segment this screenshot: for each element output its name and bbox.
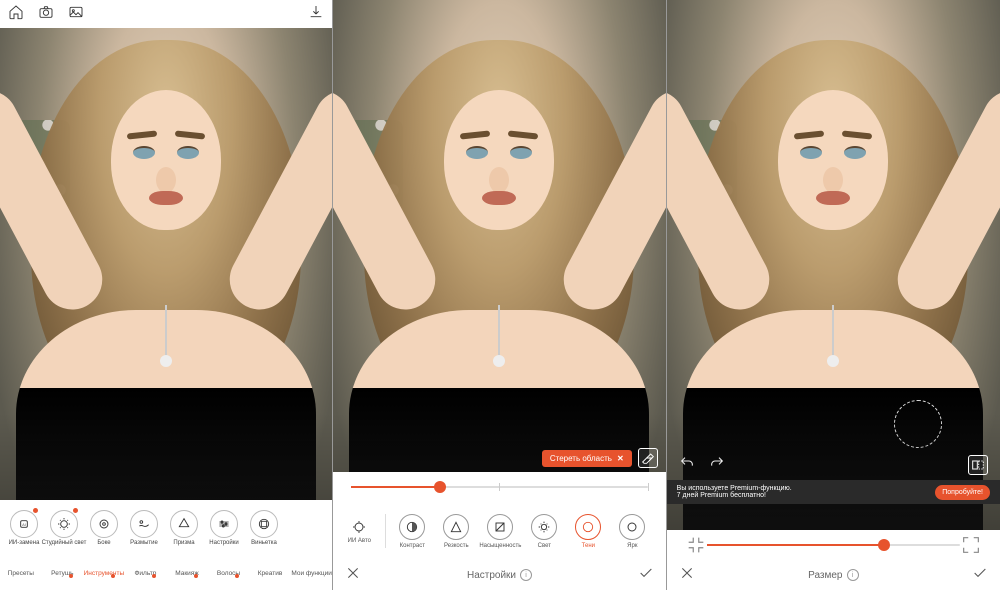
tool-Призма[interactable]: Призма xyxy=(164,510,204,546)
tool-Настройки[interactable]: Настройки xyxy=(204,510,244,546)
undo-icon[interactable] xyxy=(679,455,695,476)
panel-title: Настройки xyxy=(467,570,516,581)
erase-chip-row: Стереть область✕ xyxy=(542,448,658,468)
face xyxy=(111,90,221,230)
svg-text:AI: AI xyxy=(22,522,26,527)
tab-Инструменты[interactable]: Инструменты xyxy=(83,570,125,577)
premium-line2: 7 дней Premium бесплатно! xyxy=(677,492,792,499)
premium-line1: Вы используете Premium-функцию. xyxy=(677,485,792,492)
adjust-ИИ Авто[interactable]: ИИ Авто xyxy=(337,519,381,544)
tab-Мои функции[interactable]: Мои функции xyxy=(291,570,333,577)
screenshot-3: Вы используете Premium-функцию. 7 дней P… xyxy=(667,0,1000,590)
value-slider[interactable] xyxy=(333,472,665,502)
adjust-Насыщенность[interactable]: Насыщенность xyxy=(478,514,522,549)
history-bar xyxy=(667,452,1000,478)
adjust-Тени[interactable]: Тени xyxy=(566,514,610,549)
slider-thumb[interactable] xyxy=(434,481,446,493)
tool-Боке[interactable]: Боке xyxy=(84,510,124,546)
tab-row[interactable]: ПресетыРетушьИнструментыФильтрМакияжВоло… xyxy=(0,556,332,590)
eraser-icon[interactable] xyxy=(638,448,658,468)
close-icon[interactable]: ✕ xyxy=(617,454,624,463)
adjust-Контраст[interactable]: Контраст xyxy=(390,514,434,549)
info-icon[interactable]: i xyxy=(520,569,532,581)
tab-Фильтр[interactable]: Фильтр xyxy=(125,570,167,577)
screenshot-1: AIИИ-заменаСтудийный светБокеРазмытиеПри… xyxy=(0,0,333,590)
info-icon[interactable]: i xyxy=(847,569,859,581)
apply-button[interactable] xyxy=(638,565,654,586)
tool-row[interactable]: AIИИ-заменаСтудийный светБокеРазмытиеПри… xyxy=(0,500,332,556)
slider-fill xyxy=(351,486,440,488)
camera-icon[interactable] xyxy=(38,4,54,25)
screenshot-2: Стереть область✕ До и после✕ ИИ АвтоКонт… xyxy=(333,0,666,590)
size-slider-bar xyxy=(667,530,1000,560)
tab-Ретушь[interactable]: Ретушь xyxy=(42,570,84,577)
slider-thumb[interactable] xyxy=(878,539,890,551)
brush-preview-circle xyxy=(894,400,942,448)
download-icon[interactable] xyxy=(308,4,324,25)
redo-icon[interactable] xyxy=(709,455,725,476)
tab-Пресеты[interactable]: Пресеты xyxy=(0,570,42,577)
gallery-icon[interactable] xyxy=(68,4,84,25)
top-bar xyxy=(0,0,332,28)
confirm-bar: Настройки i xyxy=(333,560,665,590)
cancel-button[interactable] xyxy=(679,565,695,586)
shrink-icon[interactable] xyxy=(685,534,707,556)
necklace xyxy=(165,305,167,357)
apply-button[interactable] xyxy=(972,565,988,586)
tab-Креатив[interactable]: Креатив xyxy=(249,570,291,577)
home-icon[interactable] xyxy=(8,4,24,25)
adjust-Свет[interactable]: Свет xyxy=(522,514,566,549)
tool-Студийный свет[interactable]: Студийный свет xyxy=(44,510,84,546)
size-slider[interactable] xyxy=(707,544,960,546)
confirm-bar: Размерi xyxy=(667,560,1000,590)
tool-Виньетка[interactable]: Виньетка xyxy=(244,510,284,546)
try-button[interactable]: Попробуйте! xyxy=(935,485,990,500)
adjust-Ярк[interactable]: Ярк xyxy=(610,514,654,549)
tool-ИИ-замена[interactable]: AIИИ-замена xyxy=(4,510,44,546)
tab-Волосы[interactable]: Волосы xyxy=(208,570,250,577)
tool-Размытие[interactable]: Размытие xyxy=(124,510,164,546)
panel-title: Размер xyxy=(808,570,842,581)
erase-area-button[interactable]: Стереть область✕ xyxy=(542,450,632,467)
tab-Макияж[interactable]: Макияж xyxy=(166,570,208,577)
adjust-row[interactable]: ИИ Авто КонтрастРезкостьНасыщенностьСветТ… xyxy=(333,502,665,560)
compare-icon[interactable] xyxy=(968,455,988,475)
adjust-Резкость[interactable]: Резкость xyxy=(434,514,478,549)
cancel-button[interactable] xyxy=(345,565,361,586)
expand-icon[interactable] xyxy=(960,534,982,556)
premium-banner: Вы используете Premium-функцию. 7 дней P… xyxy=(667,480,1000,504)
